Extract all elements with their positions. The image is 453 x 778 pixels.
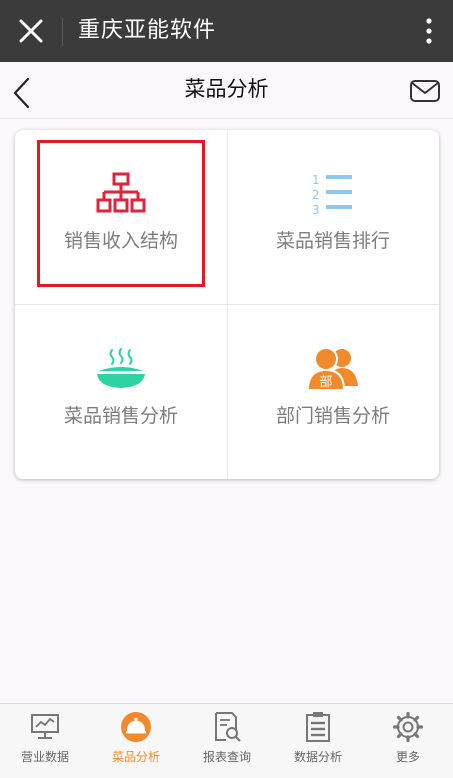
svg-text:3: 3	[312, 203, 320, 217]
steaming-bowl-icon	[97, 348, 145, 388]
nav-item-label: 数据分析	[293, 750, 342, 764]
ranked-list-icon: 1 2 3	[312, 173, 352, 217]
nav-item-business-data[interactable]: 营业数据	[0, 704, 90, 778]
page-title: 菜品分析	[184, 77, 269, 101]
app-bar: 重庆亚能软件	[0, 0, 453, 62]
close-icon[interactable]	[14, 14, 48, 48]
nav-item-data-analysis[interactable]: 数据分析	[273, 704, 363, 778]
nav-item-more[interactable]: 更多	[363, 704, 453, 778]
grid-item-label: 菜品销售排行	[275, 230, 390, 252]
page-header: 菜品分析	[0, 62, 453, 119]
highlight-box	[37, 140, 205, 287]
department-badge-text: 部	[319, 375, 332, 390]
grid-item-label: 菜品销售分析	[63, 405, 178, 427]
app-bar-divider	[62, 18, 63, 46]
dish-cover-icon	[121, 712, 151, 742]
nav-item-label: 更多	[395, 750, 420, 764]
nav-item-label: 菜品分析	[111, 750, 160, 764]
monitor-chart-icon	[31, 714, 59, 739]
grid-item-dish-ranking[interactable]: 1 2 3 菜品销售排行	[227, 130, 439, 304]
grid-item-dish-sales-analysis[interactable]: 菜品销售分析	[15, 305, 227, 479]
nav-item-report-query[interactable]: 报表查询	[182, 704, 272, 778]
svg-text:1: 1	[312, 173, 320, 187]
clipboard-icon	[306, 712, 330, 742]
svg-text:2: 2	[312, 188, 320, 202]
grid-item-department-sales-analysis[interactable]: 部 部门销售分析	[227, 305, 439, 479]
gear-icon	[392, 711, 424, 743]
nav-item-dish-analysis[interactable]: 菜品分析	[91, 704, 181, 778]
bottom-nav: 营业数据 菜品分析 报表查询 数据分析 更多	[0, 703, 453, 778]
more-vertical-icon[interactable]	[423, 14, 435, 48]
report-search-icon	[215, 712, 241, 742]
nav-item-label: 报表查询	[202, 750, 251, 764]
nav-item-label: 营业数据	[20, 750, 69, 764]
grid-item-label: 部门销售分析	[275, 405, 390, 427]
app-title: 重庆亚能软件	[78, 18, 217, 43]
department-people-icon: 部	[306, 347, 358, 391]
mail-icon[interactable]	[409, 78, 441, 104]
